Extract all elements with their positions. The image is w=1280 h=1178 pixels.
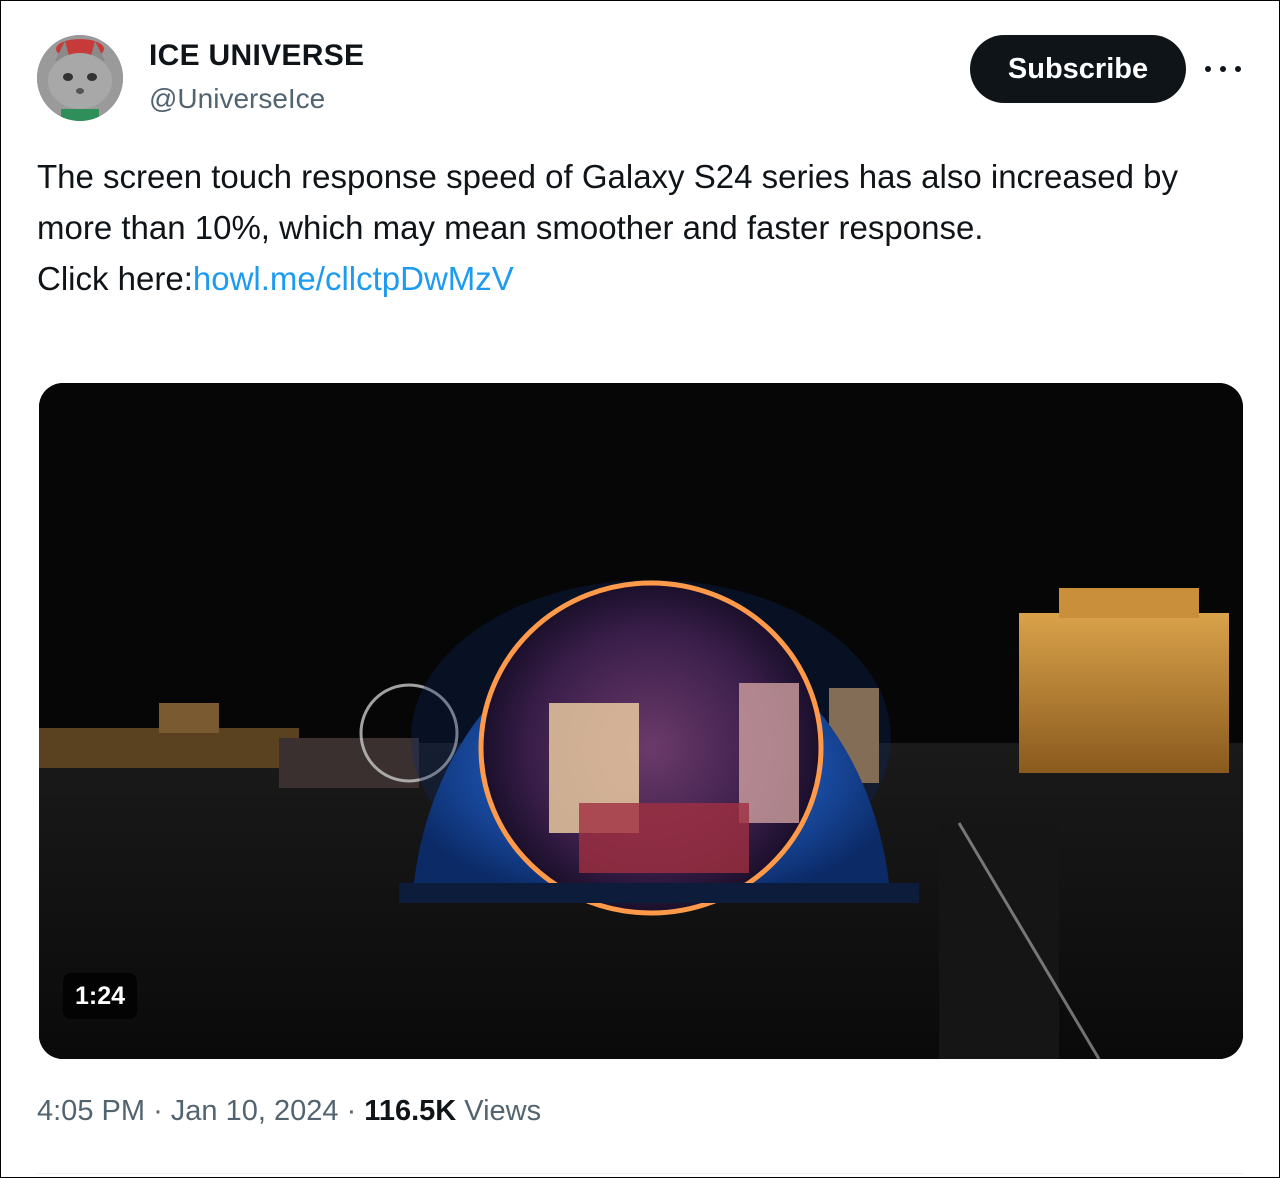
dot — [1220, 66, 1226, 72]
views-label: Views — [464, 1095, 542, 1127]
meta-separator: · — [346, 1095, 357, 1127]
divider — [37, 1173, 1243, 1174]
tweet-text: The screen touch response speed of Galax… — [37, 158, 1178, 246]
dot — [1235, 66, 1241, 72]
meta-separator: · — [153, 1095, 163, 1127]
avatar[interactable] — [37, 35, 123, 121]
author-name[interactable]: ICE UNIVERSE — [149, 39, 364, 73]
views-count[interactable]: 116.5K — [364, 1095, 456, 1127]
tweet-meta: 4:05 PM · Jan 10, 2024 · 116.5K Views — [37, 1095, 541, 1128]
video-player[interactable]: 1:24 — [39, 383, 1243, 1059]
tweet-body: The screen touch response speed of Galax… — [37, 151, 1237, 304]
video-duration-badge: 1:24 — [63, 973, 138, 1019]
more-options-icon[interactable] — [1205, 55, 1241, 83]
tweet-card: ICE UNIVERSE @UniverseIce Subscribe The … — [0, 0, 1280, 1178]
video-thumbnail — [39, 383, 1243, 1059]
post-time[interactable]: 4:05 PM — [37, 1095, 145, 1127]
tweet-link[interactable]: howl.me/cllctpDwMzV — [193, 260, 514, 297]
link-prefix: Click here: — [37, 260, 193, 297]
author-handle[interactable]: @UniverseIce — [149, 83, 325, 115]
tweet-header: ICE UNIVERSE @UniverseIce Subscribe — [37, 35, 1247, 125]
dot — [1205, 66, 1211, 72]
subscribe-button[interactable]: Subscribe — [970, 35, 1186, 103]
post-date[interactable]: Jan 10, 2024 — [171, 1095, 339, 1127]
